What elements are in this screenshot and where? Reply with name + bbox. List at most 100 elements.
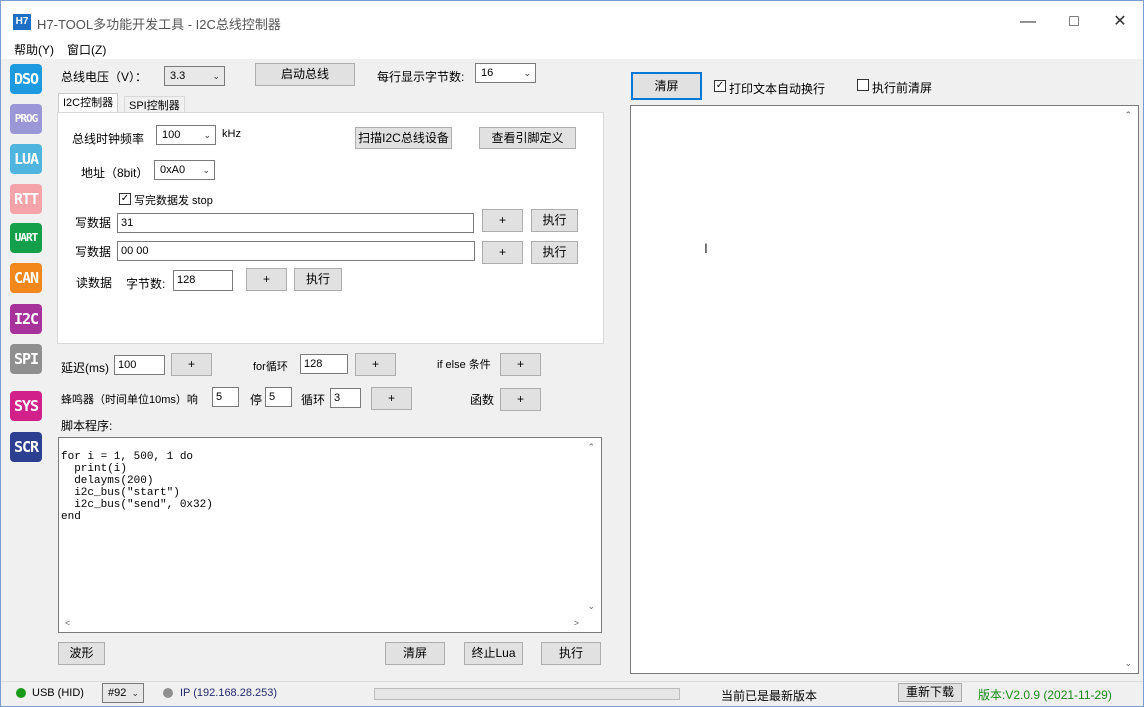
write1-add-button[interactable]: + [482, 209, 523, 232]
function-add-button[interactable]: + [500, 388, 541, 411]
sidebar: DSO PROG LUA RTT UART CAN I2C SPI SYS SC… [1, 59, 47, 679]
address-value: 0xA0 [160, 164, 186, 176]
start-bus-button[interactable]: 启动总线 [255, 63, 355, 86]
sidebar-item-scr[interactable]: SCR [10, 432, 42, 462]
scroll-up-icon[interactable]: ⌃ [1124, 110, 1132, 121]
menu-bar: 帮助(Y) 窗口(Z) [1, 39, 1143, 59]
sidebar-item-lua[interactable]: LUA [10, 144, 42, 174]
stop-lua-button[interactable]: 终止Lua [464, 642, 523, 665]
scroll-right-icon[interactable]: > [574, 618, 579, 628]
app-icon: H7 [13, 14, 31, 30]
menu-help[interactable]: 帮助(Y) [14, 41, 54, 58]
scroll-left-icon[interactable]: < [65, 618, 70, 628]
ip-status-icon [163, 688, 173, 698]
waveform-button[interactable]: 波形 [58, 642, 105, 665]
scroll-up-icon[interactable]: ⌃ [587, 442, 595, 453]
beep-stop-label: 停 [250, 393, 263, 407]
voltage-select[interactable]: 3.3 ⌄ [164, 66, 225, 86]
ifelse-add-button[interactable]: + [500, 353, 541, 376]
output-console[interactable]: ⌃ ⌄ I [630, 105, 1139, 674]
redownload-button[interactable]: 重新下载 [898, 683, 962, 702]
usb-status-text: USB (HID) [32, 687, 84, 699]
usb-status-icon [16, 688, 26, 698]
pin-definition-button[interactable]: 查看引脚定义 [479, 127, 576, 149]
for-label: for循环 [253, 361, 288, 373]
beep-label: 蜂鸣器（时间单位10ms）响 [61, 394, 198, 406]
delay-label: 延迟(ms) [61, 361, 109, 375]
bytes-per-row-value: 16 [481, 67, 494, 79]
minimize-icon[interactable]: — [1005, 7, 1051, 37]
sidebar-item-spi[interactable]: SPI [10, 344, 42, 374]
ifelse-label: if else 条件 [437, 359, 491, 371]
for-input[interactable]: 128 [300, 354, 348, 374]
sidebar-item-uart[interactable]: UART [10, 223, 42, 253]
update-status-text: 当前已是最新版本 [721, 689, 818, 703]
port-value: #92 [108, 687, 127, 699]
beep-on-input[interactable]: 5 [212, 387, 239, 407]
bytes-label: 字节数: [126, 277, 166, 291]
sidebar-item-dso[interactable]: DSO [10, 64, 42, 94]
port-select[interactable]: #92 ⌄ [102, 683, 144, 703]
beep-off-input[interactable]: 5 [265, 387, 292, 407]
sidebar-item-prog[interactable]: PROG [10, 104, 42, 134]
for-add-button[interactable]: + [355, 353, 396, 376]
read-label: 读数据 [76, 276, 113, 290]
voltage-label: 总线电压（V）： [61, 70, 148, 84]
script-code[interactable]: for i = 1, 500, 1 do print(i) delayms(20… [61, 451, 213, 523]
bytes-per-row-label: 每行显示字节数: [377, 70, 465, 84]
text-cursor-icon: I [704, 240, 708, 256]
beep-loop-input[interactable]: 3 [330, 388, 361, 408]
chevron-down-icon: ⌄ [212, 71, 220, 81]
script-clear-button[interactable]: 清屏 [385, 642, 445, 665]
clear-before-checkbox-label: 执行前清屏 [872, 81, 933, 95]
chevron-down-icon: ⌄ [202, 165, 210, 175]
sidebar-item-i2c[interactable]: I2C [10, 304, 42, 334]
beep-loop-label: 循环 [301, 393, 326, 407]
ip-status-text: IP (192.168.28.253) [180, 687, 278, 699]
scroll-down-icon[interactable]: ⌄ [587, 601, 595, 612]
write2-label: 写数据 [75, 245, 112, 259]
clock-label: 总线时钟频率 [72, 132, 145, 146]
write1-exec-button[interactable]: 执行 [531, 209, 578, 232]
beep-add-button[interactable]: + [371, 387, 412, 410]
output-clear-button[interactable]: 清屏 [631, 72, 702, 100]
download-progress [374, 688, 680, 700]
script-label: 脚本程序: [61, 419, 113, 433]
voltage-value: 3.3 [170, 70, 186, 82]
close-icon[interactable]: ✕ [1097, 7, 1143, 37]
scan-i2c-button[interactable]: 扫描I2C总线设备 [355, 127, 452, 149]
clock-select[interactable]: 100 ⌄ [156, 125, 216, 145]
scroll-down-icon[interactable]: ⌄ [1124, 658, 1132, 669]
sidebar-item-can[interactable]: CAN [10, 263, 42, 293]
wrap-checkbox[interactable]: ✓ [714, 80, 726, 92]
delay-add-button[interactable]: + [171, 353, 212, 376]
stop-checkbox[interactable]: ✓ [119, 193, 131, 205]
sidebar-item-sys[interactable]: SYS [10, 391, 42, 421]
app-window: H7 H7-TOOL多功能开发工具 - I2C总线控制器 — □ ✕ 帮助(Y)… [0, 0, 1144, 707]
read-bytes-input[interactable]: 128 [173, 270, 233, 291]
read-add-button[interactable]: + [246, 268, 287, 291]
write2-exec-button[interactable]: 执行 [531, 241, 578, 264]
address-label: 地址（8bit） [81, 166, 149, 180]
maximize-icon[interactable]: □ [1051, 7, 1097, 37]
chevron-down-icon: ⌄ [131, 688, 139, 698]
script-exec-button[interactable]: 执行 [541, 642, 601, 665]
write2-add-button[interactable]: + [482, 241, 523, 264]
address-select[interactable]: 0xA0 ⌄ [154, 160, 215, 180]
chevron-down-icon: ⌄ [203, 130, 211, 140]
sidebar-item-rtt[interactable]: RTT [10, 184, 42, 214]
chevron-down-icon: ⌄ [523, 68, 531, 78]
script-editor[interactable]: for i = 1, 500, 1 do print(i) delayms(20… [58, 437, 602, 633]
title-bar: H7 H7-TOOL多功能开发工具 - I2C总线控制器 — □ ✕ [1, 1, 1143, 39]
wrap-checkbox-label: 打印文本自动换行 [729, 82, 826, 96]
delay-input[interactable]: 100 [114, 355, 165, 375]
tab-i2c-controller[interactable]: I2C控制器 [58, 93, 119, 114]
write1-input[interactable]: 31 [117, 213, 474, 233]
bytes-per-row-select[interactable]: 16 ⌄ [475, 63, 536, 83]
menu-window[interactable]: 窗口(Z) [67, 41, 106, 58]
read-exec-button[interactable]: 执行 [294, 268, 342, 291]
clock-value: 100 [162, 129, 181, 141]
write2-input[interactable]: 00 00 [117, 241, 475, 261]
clear-before-checkbox[interactable] [857, 79, 869, 91]
version-text: 版本:V2.0.9 (2021-11-29) [978, 688, 1112, 702]
